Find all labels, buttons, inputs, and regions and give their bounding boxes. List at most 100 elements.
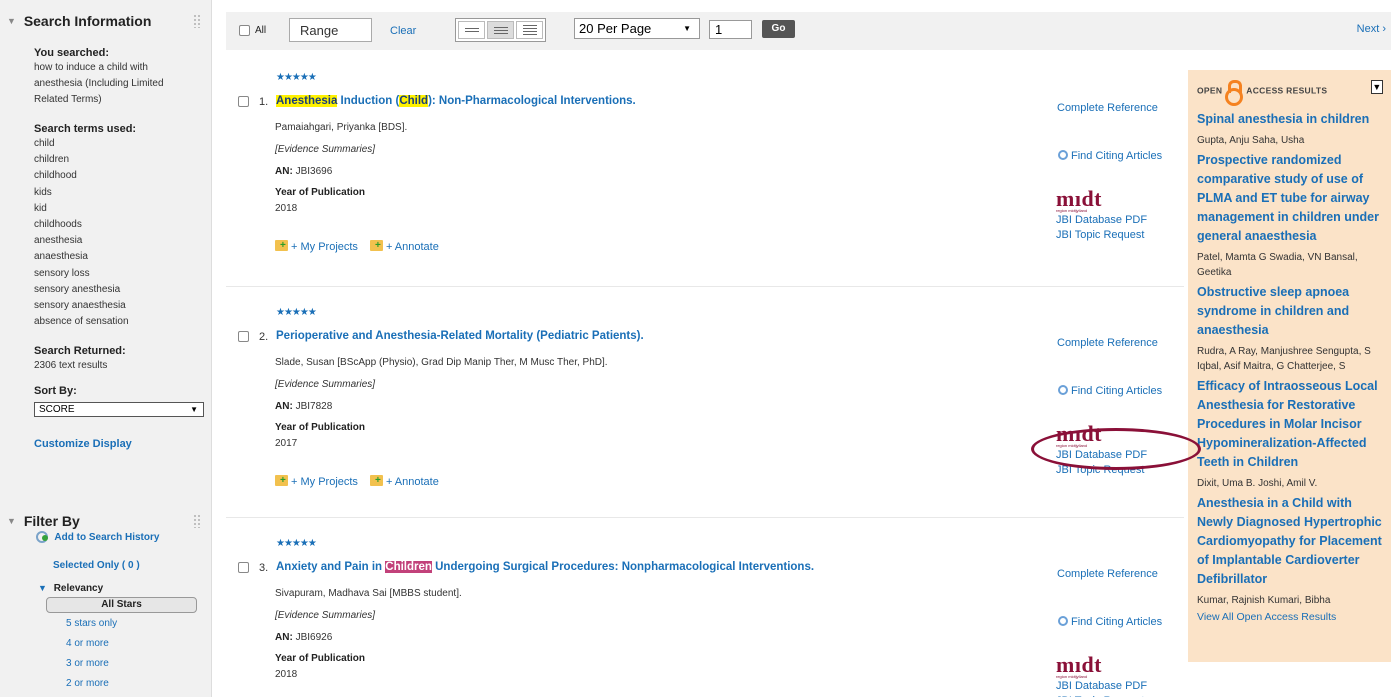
result-checkbox[interactable] [238,562,249,573]
search-term: children [34,154,70,166]
annotate-icon [369,240,383,251]
find-citing-articles-link[interactable]: Find Citing Articles [1058,150,1162,162]
open-access-authors: Rudra, A Ray, Manjushree Sengupta, S Iqb… [1197,346,1371,372]
open-access-authors: Dixit, Uma B. Joshi, Amil V. [1197,478,1318,489]
my-projects-link[interactable]: + My Projects [275,240,358,253]
rating-stars: ★★★★★ [276,538,317,549]
collapse-triangle-icon[interactable]: ▼ [7,516,16,526]
result-author: Slade, Susan [BScApp (Physio), Grad Dip … [275,357,608,368]
go-button[interactable]: Go [762,20,795,38]
open-access-title-link[interactable]: Anesthesia in a Child with Newly Diagnos… [1197,494,1391,589]
result-title-link[interactable]: Anxiety and Pain in Children Undergoing … [276,561,814,573]
search-info-body: You searched: how to induce a child with… [0,30,211,450]
my-projects-link[interactable]: + My Projects [275,475,358,488]
jbi-topic-request-link[interactable]: JBI Topic Request [1056,228,1147,243]
open-access-title-link[interactable]: Spinal anesthesia in children [1197,110,1391,129]
complete-reference-link[interactable]: Complete Reference [1057,568,1158,580]
accession-label: AN: [275,401,293,412]
search-term: sensory loss [34,267,90,279]
open-access-panel: OPEN ACCESS RESULTS ▼ Spinal anesthesia i… [1188,70,1391,662]
accession-label: AN: [275,632,293,643]
search-term: child [34,138,55,149]
midt-logo: mıdt [1056,186,1102,211]
next-page-link[interactable]: Next › [1357,23,1386,35]
result-title-link[interactable]: Perioperative and Anesthesia-Related Mor… [276,330,644,342]
you-searched-value: how to induce a child with anesthesia (I… [34,62,164,105]
annotate-label: + Annotate [385,241,439,253]
search-icon [1058,150,1068,160]
view-title-only-button[interactable] [458,21,485,39]
complete-reference-link[interactable]: Complete Reference [1057,102,1158,114]
open-access-list: Spinal anesthesia in children Gupta, Anju… [1197,110,1391,608]
find-citing-articles-link[interactable]: Find Citing Articles [1058,385,1162,397]
range-input[interactable]: Range [289,18,372,42]
jbi-database-pdf-link[interactable]: JBI Database PDF [1056,679,1147,694]
midt-links: mıdtregion midtjyllandJBI Database PDFJB… [1056,186,1147,243]
all-stars-button[interactable]: All Stars [46,597,197,613]
chevron-down-icon: ▼ [683,24,691,33]
annotate-link[interactable]: + Annotate [369,240,439,253]
select-all-checkbox[interactable] [239,25,250,36]
open-access-title-link[interactable]: Obstructive sleep apnoea syndrome in chi… [1197,283,1391,340]
star-filter-link[interactable]: 3 or more [0,654,211,674]
star-filter-link[interactable]: 5 stars only [0,614,211,634]
result-checkbox[interactable] [238,331,249,342]
sort-select[interactable]: SCORE ▼ [34,402,204,418]
open-access-open-text: OPEN [1197,85,1223,96]
result-type: [Evidence Summaries] [275,610,376,621]
filter-by-header[interactable]: ▼ Filter By [0,500,211,530]
collapse-toggle-icon[interactable]: ▼ [1371,80,1383,94]
open-access-title-link[interactable]: Prospective randomized comparative study… [1197,151,1391,246]
returned-label: Search Returned: [34,345,126,358]
search-info-header[interactable]: ▼ Search Information [0,0,211,30]
annotate-label: + Annotate [385,476,439,488]
page-number-input[interactable]: 1 [709,20,752,39]
result-number: 1. [259,96,269,108]
clear-link[interactable]: Clear [390,25,416,37]
open-access-title-link[interactable]: Efficacy of Intraosseous Local Anesthesi… [1197,377,1391,472]
filter-body: Add to Search History Selected Only ( 0 … [0,530,211,694]
annotate-link[interactable]: + Annotate [369,475,439,488]
sort-value: SCORE [39,404,75,416]
annotate-icon [369,475,383,486]
collapse-triangle-icon[interactable]: ▼ [7,16,16,26]
year-value: 2018 [275,203,298,214]
result-actions: + My Projects + Annotate [275,475,451,488]
title-text: ): Non-Pharmacological Interventions. [428,95,636,107]
find-citing-articles-link[interactable]: Find Citing Articles [1058,616,1162,628]
add-to-search-history-link[interactable]: Add to Search History [0,530,211,546]
drag-handle-icon[interactable] [193,14,201,28]
result-checkbox[interactable] [238,96,249,107]
complete-reference-link[interactable]: Complete Reference [1057,337,1158,349]
result-accession: AN: JBI6926 [275,632,332,643]
result-author: Pamaiahgari, Priyanka [BDS]. [275,122,408,133]
selected-only-link[interactable]: Selected Only ( 0 ) [0,560,211,571]
result-number: 2. [259,331,269,343]
star-filter-link[interactable]: 4 or more [0,634,211,654]
drag-handle-icon[interactable] [193,514,201,528]
result-accession: AN: JBI7828 [275,401,332,412]
result-number: 3. [259,562,269,574]
star-filter-link[interactable]: 2 or more [0,674,211,694]
result-accession: AN: JBI3696 [275,166,332,177]
jbi-database-pdf-link[interactable]: JBI Database PDF [1056,213,1147,228]
returned-value: 2306 text results [34,360,108,372]
result-title-link[interactable]: Anesthesia Induction (Child): Non-Pharma… [276,95,636,107]
open-lock-icon [1225,80,1244,106]
search-term: anaesthesia [34,251,88,263]
view-all-open-access-link[interactable]: View All Open Access Results [1197,611,1336,623]
view-full-button[interactable] [516,21,543,39]
result-actions: + My Projects + Annotate [275,240,451,253]
collapse-triangle-icon: ▼ [38,583,47,593]
relevancy-label: Relevancy [53,583,104,594]
year-label: Year of Publication [275,187,366,198]
view-standard-button[interactable] [487,21,514,39]
open-access-authors: Gupta, Anju Saha, Usha [1197,135,1305,146]
result-type: [Evidence Summaries] [275,379,376,390]
per-page-select[interactable]: 20 Per Page ▼ [574,18,700,39]
accession-value: JBI7828 [295,401,333,412]
search-term: kid [34,202,47,214]
relevancy-toggle[interactable]: ▼ Relevancy [0,583,211,594]
customize-display-link[interactable]: Customize Display [34,438,211,450]
rating-stars: ★★★★★ [276,307,317,318]
